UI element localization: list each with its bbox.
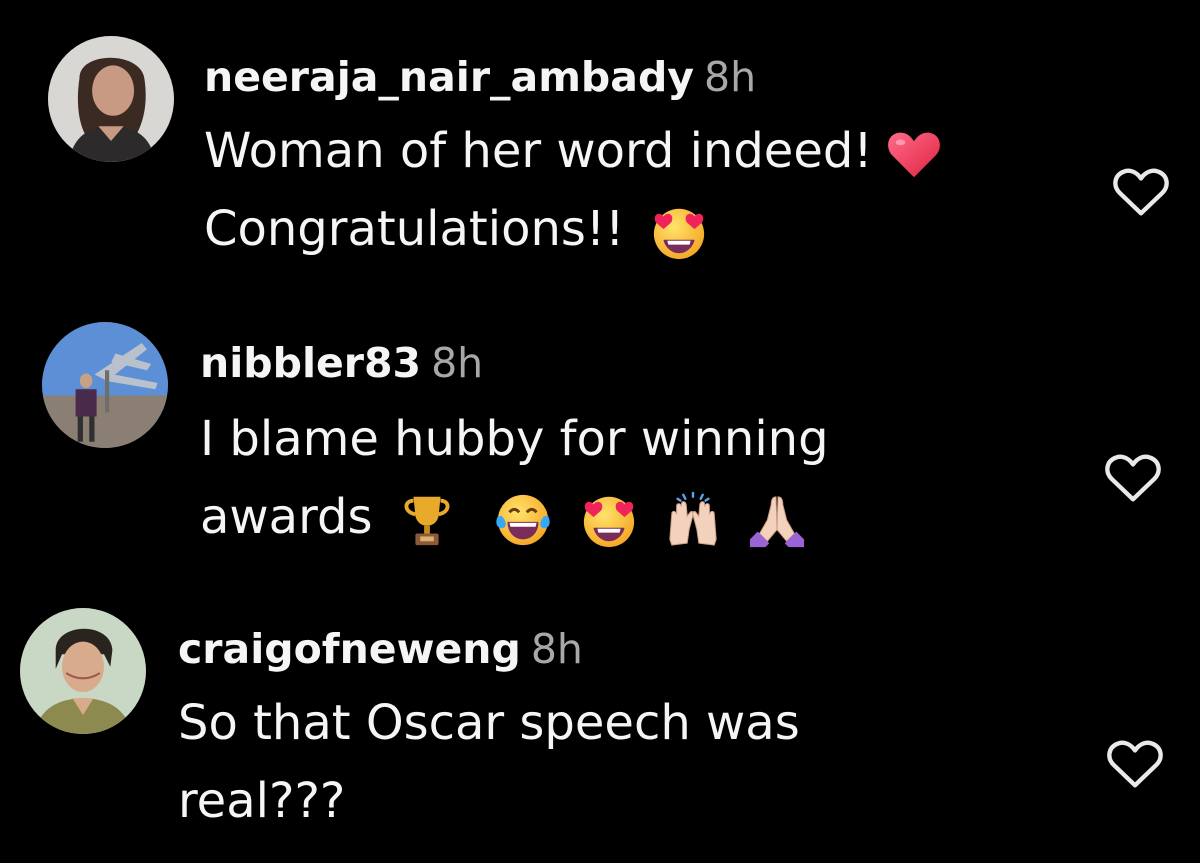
comment-text-line: Congratulations!! [204,190,943,268]
comment-text-line-2: Congratulations!! [204,201,625,257]
raising-hands-emoji [664,491,722,549]
comment-text-line-1: Woman of her word indeed! [204,123,873,179]
heart-eyes-emoji [650,203,708,261]
heart-outline-icon[interactable] [1104,452,1162,504]
user-avatar-man[interactable] [20,608,146,734]
comment-meta: nibbler83 8h [200,338,483,388]
user-avatar-sculpture[interactable] [42,322,168,448]
user-avatar-woman[interactable] [48,36,174,162]
comment-text: I blame hubby for winning awards [200,400,829,556]
red-heart-emoji [885,125,943,183]
username-link[interactable]: nibbler83 [200,339,421,387]
comment-text-line-1: So that Oscar speech was [178,695,800,751]
comment-text-line-1: I blame hubby for winning [200,411,829,467]
tears-of-joy-emoji [494,491,552,549]
heart-outline-icon[interactable] [1106,738,1164,790]
comment-text-line-2: real??? [178,773,346,829]
comment-text: So that Oscar speech was real??? [178,684,800,840]
comment-text-line: real??? [178,762,800,840]
username-link[interactable]: neeraja_nair_ambady [204,53,694,101]
timestamp: 8h [704,53,757,101]
comment-text-line: So that Oscar speech was [178,684,800,762]
timestamp: 8h [431,339,484,387]
comment-meta: craigofneweng 8h [178,624,583,674]
comment-text-line: Woman of her word indeed! [204,112,943,190]
timestamp: 8h [530,625,583,673]
comment-text-line-2: awards [200,489,373,545]
comment-meta: neeraja_nair_ambady 8h [204,52,756,102]
heart-eyes-emoji [580,491,638,549]
trophy-emoji [398,491,456,549]
comment-text-line: awards [200,478,829,556]
folded-hands-emoji [748,491,806,549]
heart-outline-icon[interactable] [1112,166,1170,218]
comment-text: Woman of her word indeed! Congratulation… [204,112,943,268]
comment-text-line: I blame hubby for winning [200,400,829,478]
username-link[interactable]: craigofneweng [178,625,521,673]
